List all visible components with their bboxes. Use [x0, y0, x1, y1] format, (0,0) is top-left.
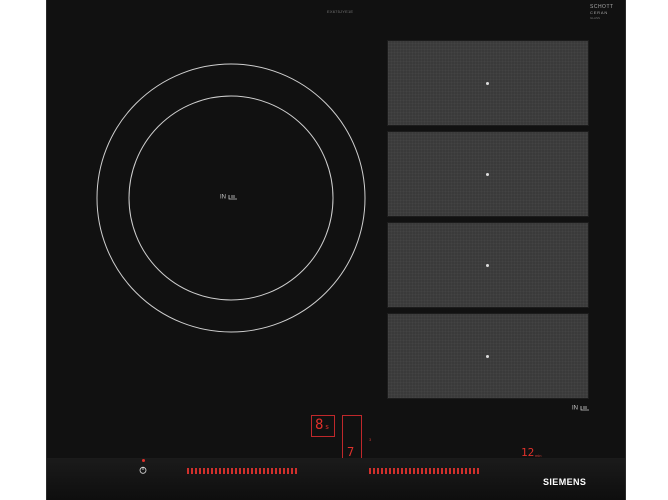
- flex-zone-3[interactable]: [387, 222, 589, 308]
- glass-label: GLASS: [590, 16, 601, 20]
- power-indicator-icon: [142, 459, 145, 462]
- induction-text: IN: [220, 194, 226, 201]
- zone-marker-icon: [486, 173, 489, 176]
- model-label: EX675JYE1E: [327, 9, 354, 14]
- schott-ceran-logo: SCHOTT CERAN GLASS: [590, 5, 618, 21]
- flex-zone-2[interactable]: [387, 131, 589, 217]
- timer-display: 12: [521, 446, 535, 459]
- left-display-suffix: s: [325, 423, 330, 431]
- induction-coil-icon: [580, 406, 589, 411]
- flex-zone-induction-mark: IN: [572, 405, 590, 412]
- zone-marker-icon: [486, 355, 489, 358]
- flex-zone-4[interactable]: [387, 313, 589, 399]
- induction-text: IN: [572, 405, 578, 412]
- left-power-slider[interactable]: [187, 468, 297, 474]
- middle-display-digit: 7: [347, 445, 355, 459]
- power-icon[interactable]: [139, 466, 147, 474]
- siemens-logo: SIEMENS: [543, 477, 587, 487]
- zone-marker-icon: [486, 264, 489, 267]
- round-zone-induction-mark: IN: [220, 194, 238, 201]
- right-power-slider[interactable]: [369, 468, 479, 474]
- induction-cooktop: EX675JYE1E SCHOTT CERAN GLASS IN IN 8 s …: [46, 0, 626, 500]
- left-display-digit: 8: [315, 417, 324, 433]
- middle-display-label: 3: [369, 437, 372, 442]
- flex-zone-1[interactable]: [387, 40, 589, 126]
- induction-coil-icon: [228, 195, 237, 200]
- control-strip: [47, 458, 625, 500]
- zone-marker-icon: [486, 82, 489, 85]
